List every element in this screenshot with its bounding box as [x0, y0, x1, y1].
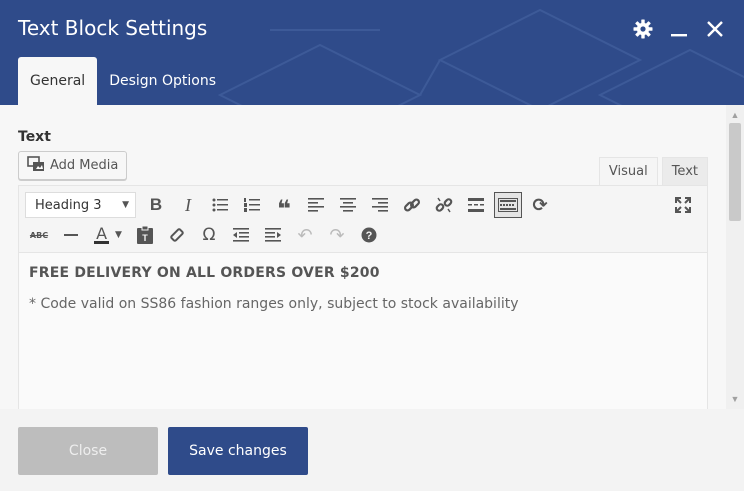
clear-formatting-button[interactable]: [163, 221, 191, 249]
toolbar-toggle-button[interactable]: [494, 192, 522, 218]
numbered-list-icon: [244, 198, 260, 212]
svg-text:?: ?: [366, 230, 373, 242]
text-color-button[interactable]: A ▼: [89, 221, 127, 249]
tab-text[interactable]: Text: [661, 157, 708, 185]
align-right-icon: [372, 198, 388, 212]
paste-text-icon: T: [137, 226, 153, 244]
format-select[interactable]: Heading 3 ▼: [25, 192, 136, 218]
modal-header: Text Block Settings General Design Optio…: [0, 0, 744, 105]
clear-formatting-icon: [170, 228, 184, 242]
toolbar-toggle-icon: [498, 198, 518, 212]
align-left-button[interactable]: [302, 191, 330, 219]
help-icon: ?: [361, 227, 377, 243]
caret-down-icon: ▼: [115, 230, 122, 240]
modal-body: Text Add Media Visual Text Heading 3 ▼ B…: [0, 105, 726, 409]
refresh-icon: ⟳: [532, 194, 548, 216]
blockquote-icon: ❝: [276, 195, 292, 223]
italic-icon: I: [185, 194, 191, 215]
modal-title: Text Block Settings: [18, 16, 208, 40]
align-center-button[interactable]: [334, 191, 362, 219]
add-media-label: Add Media: [50, 158, 119, 173]
indent-button[interactable]: [259, 221, 287, 249]
fullscreen-button[interactable]: [669, 191, 697, 219]
horizontal-line-icon: [64, 234, 78, 236]
horizontal-line-button[interactable]: [57, 221, 85, 249]
editor-content[interactable]: FREE DELIVERY ON ALL ORDERS OVER $200 * …: [19, 253, 707, 322]
scroll-down-icon[interactable]: ▼: [730, 394, 740, 404]
scrollbar-thumb[interactable]: [729, 123, 741, 221]
outdent-button[interactable]: [227, 221, 255, 249]
bulleted-list-button[interactable]: [206, 191, 234, 219]
media-icon: [27, 155, 45, 176]
special-character-icon: Ω: [202, 225, 216, 245]
scroll-up-icon[interactable]: ▲: [730, 110, 740, 120]
blockquote-button[interactable]: ❝: [270, 191, 298, 223]
bulleted-list-icon: [212, 198, 228, 212]
unlink-button[interactable]: [430, 191, 458, 219]
toolbar-row-1: Heading 3 ▼ B I ❝ ⟳: [25, 191, 558, 223]
bold-icon: B: [149, 195, 163, 214]
tab-design-options[interactable]: Design Options: [97, 57, 228, 105]
read-more-icon: [468, 198, 484, 212]
content-heading: FREE DELIVERY ON ALL ORDERS OVER $200: [29, 265, 380, 281]
content-paragraph: * Code valid on SS86 fashion ranges only…: [29, 296, 519, 312]
strikethrough-icon: ABC: [29, 230, 49, 240]
read-more-button[interactable]: [462, 191, 490, 219]
modal-footer: Close Save changes: [0, 409, 744, 491]
editor-toolbar: Heading 3 ▼ B I ❝ ⟳ ABC A ▼ T Ω ↶ ↷ ?: [19, 186, 707, 253]
align-right-button[interactable]: [366, 191, 394, 219]
gear-icon[interactable]: [632, 18, 654, 40]
tab-general[interactable]: General: [18, 57, 98, 105]
special-character-button[interactable]: Ω: [195, 221, 223, 249]
close-icon[interactable]: [704, 18, 726, 40]
numbered-list-button[interactable]: [238, 191, 266, 219]
svg-text:T: T: [142, 233, 148, 243]
close-button[interactable]: Close: [18, 427, 158, 475]
toolbar-row-2: ABC A ▼ T Ω ↶ ↷ ?: [25, 221, 387, 249]
vertical-scrollbar[interactable]: ▲ ▼: [726, 105, 744, 409]
modal-tabs: General Design Options: [18, 57, 228, 105]
save-changes-button[interactable]: Save changes: [168, 427, 308, 475]
refresh-button[interactable]: ⟳: [526, 191, 554, 219]
text-block-settings-modal: Text Block Settings General Design Optio…: [0, 0, 744, 491]
undo-button[interactable]: ↶: [291, 221, 319, 249]
italic-button[interactable]: I: [174, 191, 202, 219]
text-field-label: Text: [18, 129, 51, 145]
text-color-icon: A: [94, 224, 110, 244]
bold-button[interactable]: B: [142, 191, 170, 219]
header-controls: [632, 18, 726, 40]
help-button[interactable]: ?: [355, 221, 383, 249]
unlink-icon: [435, 197, 453, 213]
format-select-value: Heading 3: [35, 197, 102, 213]
add-media-button[interactable]: Add Media: [18, 151, 128, 180]
redo-icon: ↷: [329, 224, 345, 246]
strikethrough-button[interactable]: ABC: [25, 221, 53, 249]
indent-icon: [265, 228, 281, 242]
align-left-icon: [308, 198, 324, 212]
tab-visual[interactable]: Visual: [598, 157, 658, 185]
link-icon: [403, 198, 421, 212]
paste-text-button[interactable]: T: [131, 221, 159, 249]
rich-text-editor: Heading 3 ▼ B I ❝ ⟳ ABC A ▼ T Ω ↶ ↷ ? FR…: [18, 185, 708, 409]
redo-button[interactable]: ↷: [323, 221, 351, 249]
align-center-icon: [340, 198, 356, 212]
link-button[interactable]: [398, 191, 426, 219]
editor-mode-tabs: Visual Text: [598, 157, 708, 185]
fullscreen-icon: [675, 197, 691, 213]
minimize-icon[interactable]: [668, 18, 690, 40]
undo-icon: ↶: [297, 224, 313, 246]
caret-down-icon: ▼: [122, 200, 129, 210]
outdent-icon: [233, 228, 249, 242]
